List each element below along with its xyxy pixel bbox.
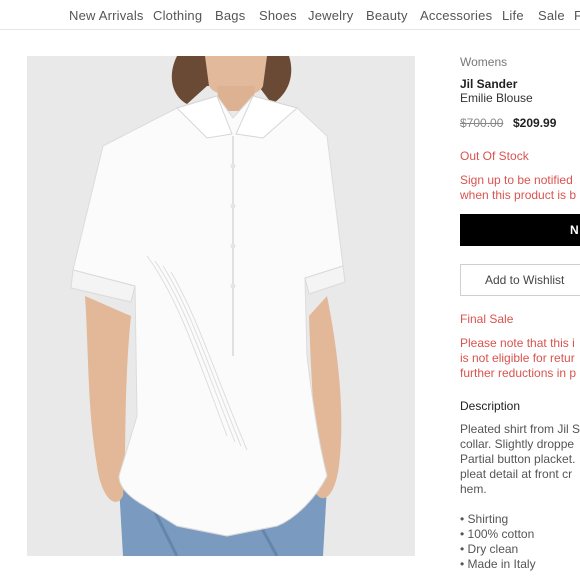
final-sale-note-line-2: is not eligible for retur — [460, 351, 575, 365]
nav-bags[interactable]: Bags — [215, 8, 245, 23]
sale-price: $209.99 — [513, 116, 557, 130]
notify-me-button[interactable]: N — [460, 214, 580, 246]
nav-beauty[interactable]: Beauty — [366, 8, 408, 23]
add-to-wishlist-button[interactable]: Add to Wishlist — [460, 264, 580, 296]
nav-accessories[interactable]: Accessories — [420, 8, 492, 23]
notify-text-line-2: when this product is b — [460, 188, 577, 202]
nav-sale[interactable]: Sale — [538, 8, 565, 23]
original-price: $700.00 — [460, 116, 504, 130]
notify-text-line-1: Sign up to be notified — [460, 173, 573, 187]
final-sale-note-line-1: Please note that this i — [460, 336, 575, 350]
description-line: collar. Slightly droppe — [460, 437, 575, 451]
product-name: Emilie Blouse — [460, 91, 533, 105]
description-line: pleat detail at front cr — [460, 467, 573, 481]
feature-bullet: • Dry clean — [460, 542, 519, 556]
nav-shoes[interactable]: Shoes — [259, 8, 297, 23]
blouse-illustration — [27, 56, 415, 556]
brand-name[interactable]: Jil Sander — [460, 77, 517, 91]
final-sale-label: Final Sale — [460, 312, 514, 326]
top-nav: New Arrivals Clothing Bags Shoes Jewelry… — [0, 0, 580, 30]
product-image[interactable] — [27, 56, 415, 556]
nav-more[interactable]: F — [574, 8, 580, 23]
feature-bullet: • Shirting — [460, 512, 509, 526]
description-line: Pleated shirt from Jil S — [460, 422, 580, 436]
description-line: hem. — [460, 482, 487, 496]
nav-life[interactable]: Life — [502, 8, 524, 23]
description-heading: Description — [460, 399, 521, 413]
nav-new-arrivals[interactable]: New Arrivals — [69, 8, 144, 23]
nav-clothing[interactable]: Clothing — [153, 8, 202, 23]
stock-status: Out Of Stock — [460, 149, 529, 163]
feature-bullet: • Made in Italy — [460, 557, 536, 571]
feature-bullet: • 100% cotton — [460, 527, 535, 541]
nav-jewelry[interactable]: Jewelry — [308, 8, 353, 23]
description-line: Partial button placket. — [460, 452, 576, 466]
department-label[interactable]: Womens — [460, 55, 507, 69]
final-sale-note-line-3: further reductions in p — [460, 366, 577, 380]
